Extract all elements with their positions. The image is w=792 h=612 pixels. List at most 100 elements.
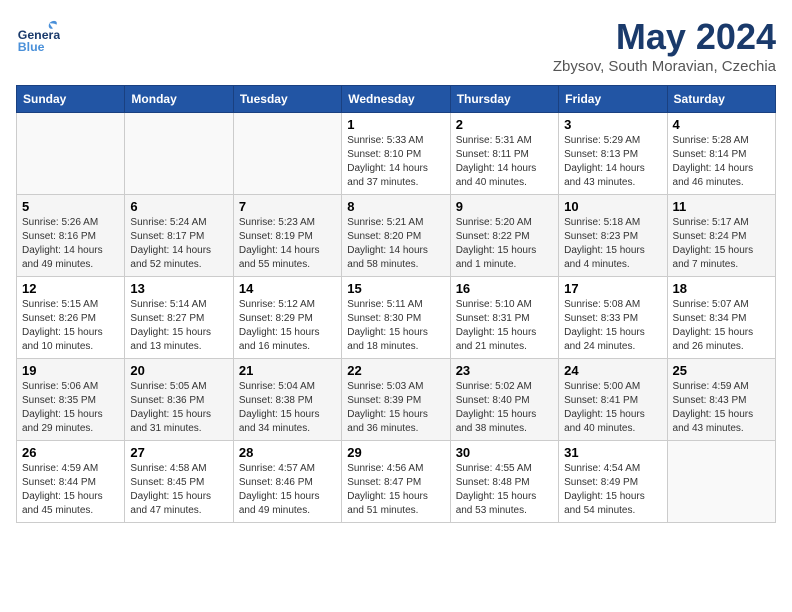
calendar-cell bbox=[125, 113, 233, 195]
day-info: Sunrise: 5:10 AM Sunset: 8:31 PM Dayligh… bbox=[456, 298, 553, 354]
day-number: 21 bbox=[239, 363, 336, 378]
day-info: Sunrise: 5:05 AM Sunset: 8:36 PM Dayligh… bbox=[130, 380, 227, 436]
calendar-cell: 23 Sunrise: 5:02 AM Sunset: 8:40 PM Dayli… bbox=[450, 359, 558, 441]
day-number: 29 bbox=[347, 445, 444, 460]
svg-text:Blue: Blue bbox=[18, 40, 45, 54]
day-info: Sunrise: 4:54 AM Sunset: 8:49 PM Dayligh… bbox=[564, 462, 661, 518]
day-info: Sunrise: 5:26 AM Sunset: 8:16 PM Dayligh… bbox=[22, 216, 119, 272]
day-number: 3 bbox=[564, 117, 661, 132]
day-number: 11 bbox=[673, 199, 770, 214]
day-info: Sunrise: 5:08 AM Sunset: 8:33 PM Dayligh… bbox=[564, 298, 661, 354]
calendar-cell bbox=[17, 113, 125, 195]
day-number: 19 bbox=[22, 363, 119, 378]
calendar-week-1: 1Sunrise: 5:33 AM Sunset: 8:10 PM Daylig… bbox=[17, 113, 776, 195]
day-number: 28 bbox=[239, 445, 336, 460]
day-info: Sunrise: 5:29 AM Sunset: 8:13 PM Dayligh… bbox=[564, 134, 661, 190]
weekday-header-tuesday: Tuesday bbox=[233, 86, 341, 113]
day-number: 31 bbox=[564, 445, 661, 460]
calendar-cell: 6 Sunrise: 5:24 AM Sunset: 8:17 PM Daylig… bbox=[125, 195, 233, 277]
calendar-cell: 29 Sunrise: 4:56 AM Sunset: 8:47 PM Dayli… bbox=[342, 441, 450, 523]
calendar-cell: 18 Sunrise: 5:07 AM Sunset: 8:34 PM Dayli… bbox=[667, 277, 775, 359]
day-info: Sunrise: 5:12 AM Sunset: 8:29 PM Dayligh… bbox=[239, 298, 336, 354]
day-info: Sunrise: 4:57 AM Sunset: 8:46 PM Dayligh… bbox=[239, 462, 336, 518]
calendar-cell: 10 Sunrise: 5:18 AM Sunset: 8:23 PM Dayli… bbox=[559, 195, 667, 277]
day-info: Sunrise: 5:21 AM Sunset: 8:20 PM Dayligh… bbox=[347, 216, 444, 272]
day-info: Sunrise: 5:28 AM Sunset: 8:14 PM Dayligh… bbox=[673, 134, 770, 190]
day-info: Sunrise: 5:04 AM Sunset: 8:38 PM Dayligh… bbox=[239, 380, 336, 436]
day-info: Sunrise: 5:31 AM Sunset: 8:11 PM Dayligh… bbox=[456, 134, 553, 190]
day-number: 18 bbox=[673, 281, 770, 296]
weekday-header-row: SundayMondayTuesdayWednesdayThursdayFrid… bbox=[17, 86, 776, 113]
calendar-cell: 7Sunrise: 5:23 AM Sunset: 8:19 PM Daylig… bbox=[233, 195, 341, 277]
calendar-cell: 16 Sunrise: 5:10 AM Sunset: 8:31 PM Dayli… bbox=[450, 277, 558, 359]
day-info: Sunrise: 4:59 AM Sunset: 8:44 PM Dayligh… bbox=[22, 462, 119, 518]
day-number: 2 bbox=[456, 117, 553, 132]
day-info: Sunrise: 5:07 AM Sunset: 8:34 PM Dayligh… bbox=[673, 298, 770, 354]
page-header: General Blue May 2024 Zbysov, South Mora… bbox=[16, 16, 776, 75]
day-number: 30 bbox=[456, 445, 553, 460]
day-info: Sunrise: 5:11 AM Sunset: 8:30 PM Dayligh… bbox=[347, 298, 444, 354]
day-info: Sunrise: 4:58 AM Sunset: 8:45 PM Dayligh… bbox=[130, 462, 227, 518]
weekday-header-wednesday: Wednesday bbox=[342, 86, 450, 113]
day-info: Sunrise: 5:17 AM Sunset: 8:24 PM Dayligh… bbox=[673, 216, 770, 272]
day-number: 25 bbox=[673, 363, 770, 378]
calendar-cell: 2 Sunrise: 5:31 AM Sunset: 8:11 PM Daylig… bbox=[450, 113, 558, 195]
calendar-cell: 9 Sunrise: 5:20 AM Sunset: 8:22 PM Daylig… bbox=[450, 195, 558, 277]
calendar-cell: 12 Sunrise: 5:15 AM Sunset: 8:26 PM Dayli… bbox=[17, 277, 125, 359]
calendar-cell: 27 Sunrise: 4:58 AM Sunset: 8:45 PM Dayli… bbox=[125, 441, 233, 523]
calendar-cell: 5 Sunrise: 5:26 AM Sunset: 8:16 PM Daylig… bbox=[17, 195, 125, 277]
day-number: 15 bbox=[347, 281, 444, 296]
day-info: Sunrise: 4:55 AM Sunset: 8:48 PM Dayligh… bbox=[456, 462, 553, 518]
weekday-header-friday: Friday bbox=[559, 86, 667, 113]
day-number: 4 bbox=[673, 117, 770, 132]
weekday-header-saturday: Saturday bbox=[667, 86, 775, 113]
calendar-table: SundayMondayTuesdayWednesdayThursdayFrid… bbox=[16, 85, 776, 523]
day-number: 13 bbox=[130, 281, 227, 296]
calendar-cell: 3 Sunrise: 5:29 AM Sunset: 8:13 PM Daylig… bbox=[559, 113, 667, 195]
day-number: 12 bbox=[22, 281, 119, 296]
day-info: Sunrise: 5:14 AM Sunset: 8:27 PM Dayligh… bbox=[130, 298, 227, 354]
day-number: 16 bbox=[456, 281, 553, 296]
calendar-cell: 28 Sunrise: 4:57 AM Sunset: 8:46 PM Dayli… bbox=[233, 441, 341, 523]
calendar-cell: 30 Sunrise: 4:55 AM Sunset: 8:48 PM Dayli… bbox=[450, 441, 558, 523]
day-info: Sunrise: 4:56 AM Sunset: 8:47 PM Dayligh… bbox=[347, 462, 444, 518]
calendar-cell bbox=[233, 113, 341, 195]
day-number: 27 bbox=[130, 445, 227, 460]
location: Zbysov, South Moravian, Czechia bbox=[553, 58, 776, 75]
day-number: 7 bbox=[239, 199, 336, 214]
calendar-cell: 11 Sunrise: 5:17 AM Sunset: 8:24 PM Dayli… bbox=[667, 195, 775, 277]
logo: General Blue bbox=[16, 16, 60, 60]
day-info: Sunrise: 5:06 AM Sunset: 8:35 PM Dayligh… bbox=[22, 380, 119, 436]
day-number: 9 bbox=[456, 199, 553, 214]
day-number: 24 bbox=[564, 363, 661, 378]
title-area: May 2024 Zbysov, South Moravian, Czechia bbox=[553, 16, 776, 75]
day-number: 26 bbox=[22, 445, 119, 460]
day-info: Sunrise: 5:24 AM Sunset: 8:17 PM Dayligh… bbox=[130, 216, 227, 272]
day-info: Sunrise: 5:18 AM Sunset: 8:23 PM Dayligh… bbox=[564, 216, 661, 272]
calendar-week-5: 26 Sunrise: 4:59 AM Sunset: 8:44 PM Dayli… bbox=[17, 441, 776, 523]
day-number: 20 bbox=[130, 363, 227, 378]
calendar-cell: 31 Sunrise: 4:54 AM Sunset: 8:49 PM Dayli… bbox=[559, 441, 667, 523]
weekday-header-sunday: Sunday bbox=[17, 86, 125, 113]
day-number: 14 bbox=[239, 281, 336, 296]
day-number: 5 bbox=[22, 199, 119, 214]
day-number: 1 bbox=[347, 117, 444, 132]
calendar-week-3: 12 Sunrise: 5:15 AM Sunset: 8:26 PM Dayli… bbox=[17, 277, 776, 359]
logo-icon: General Blue bbox=[16, 16, 60, 60]
day-number: 17 bbox=[564, 281, 661, 296]
calendar-cell: 13 Sunrise: 5:14 AM Sunset: 8:27 PM Dayli… bbox=[125, 277, 233, 359]
day-info: Sunrise: 5:03 AM Sunset: 8:39 PM Dayligh… bbox=[347, 380, 444, 436]
day-number: 6 bbox=[130, 199, 227, 214]
day-number: 22 bbox=[347, 363, 444, 378]
day-number: 10 bbox=[564, 199, 661, 214]
day-info: Sunrise: 5:02 AM Sunset: 8:40 PM Dayligh… bbox=[456, 380, 553, 436]
day-number: 23 bbox=[456, 363, 553, 378]
calendar-cell: 21 Sunrise: 5:04 AM Sunset: 8:38 PM Dayli… bbox=[233, 359, 341, 441]
calendar-cell: 8 Sunrise: 5:21 AM Sunset: 8:20 PM Daylig… bbox=[342, 195, 450, 277]
day-info: Sunrise: 5:15 AM Sunset: 8:26 PM Dayligh… bbox=[22, 298, 119, 354]
calendar-cell: 4 Sunrise: 5:28 AM Sunset: 8:14 PM Daylig… bbox=[667, 113, 775, 195]
day-number: 8 bbox=[347, 199, 444, 214]
calendar-cell: 1Sunrise: 5:33 AM Sunset: 8:10 PM Daylig… bbox=[342, 113, 450, 195]
day-info: Sunrise: 5:20 AM Sunset: 8:22 PM Dayligh… bbox=[456, 216, 553, 272]
calendar-cell: 15 Sunrise: 5:11 AM Sunset: 8:30 PM Dayli… bbox=[342, 277, 450, 359]
